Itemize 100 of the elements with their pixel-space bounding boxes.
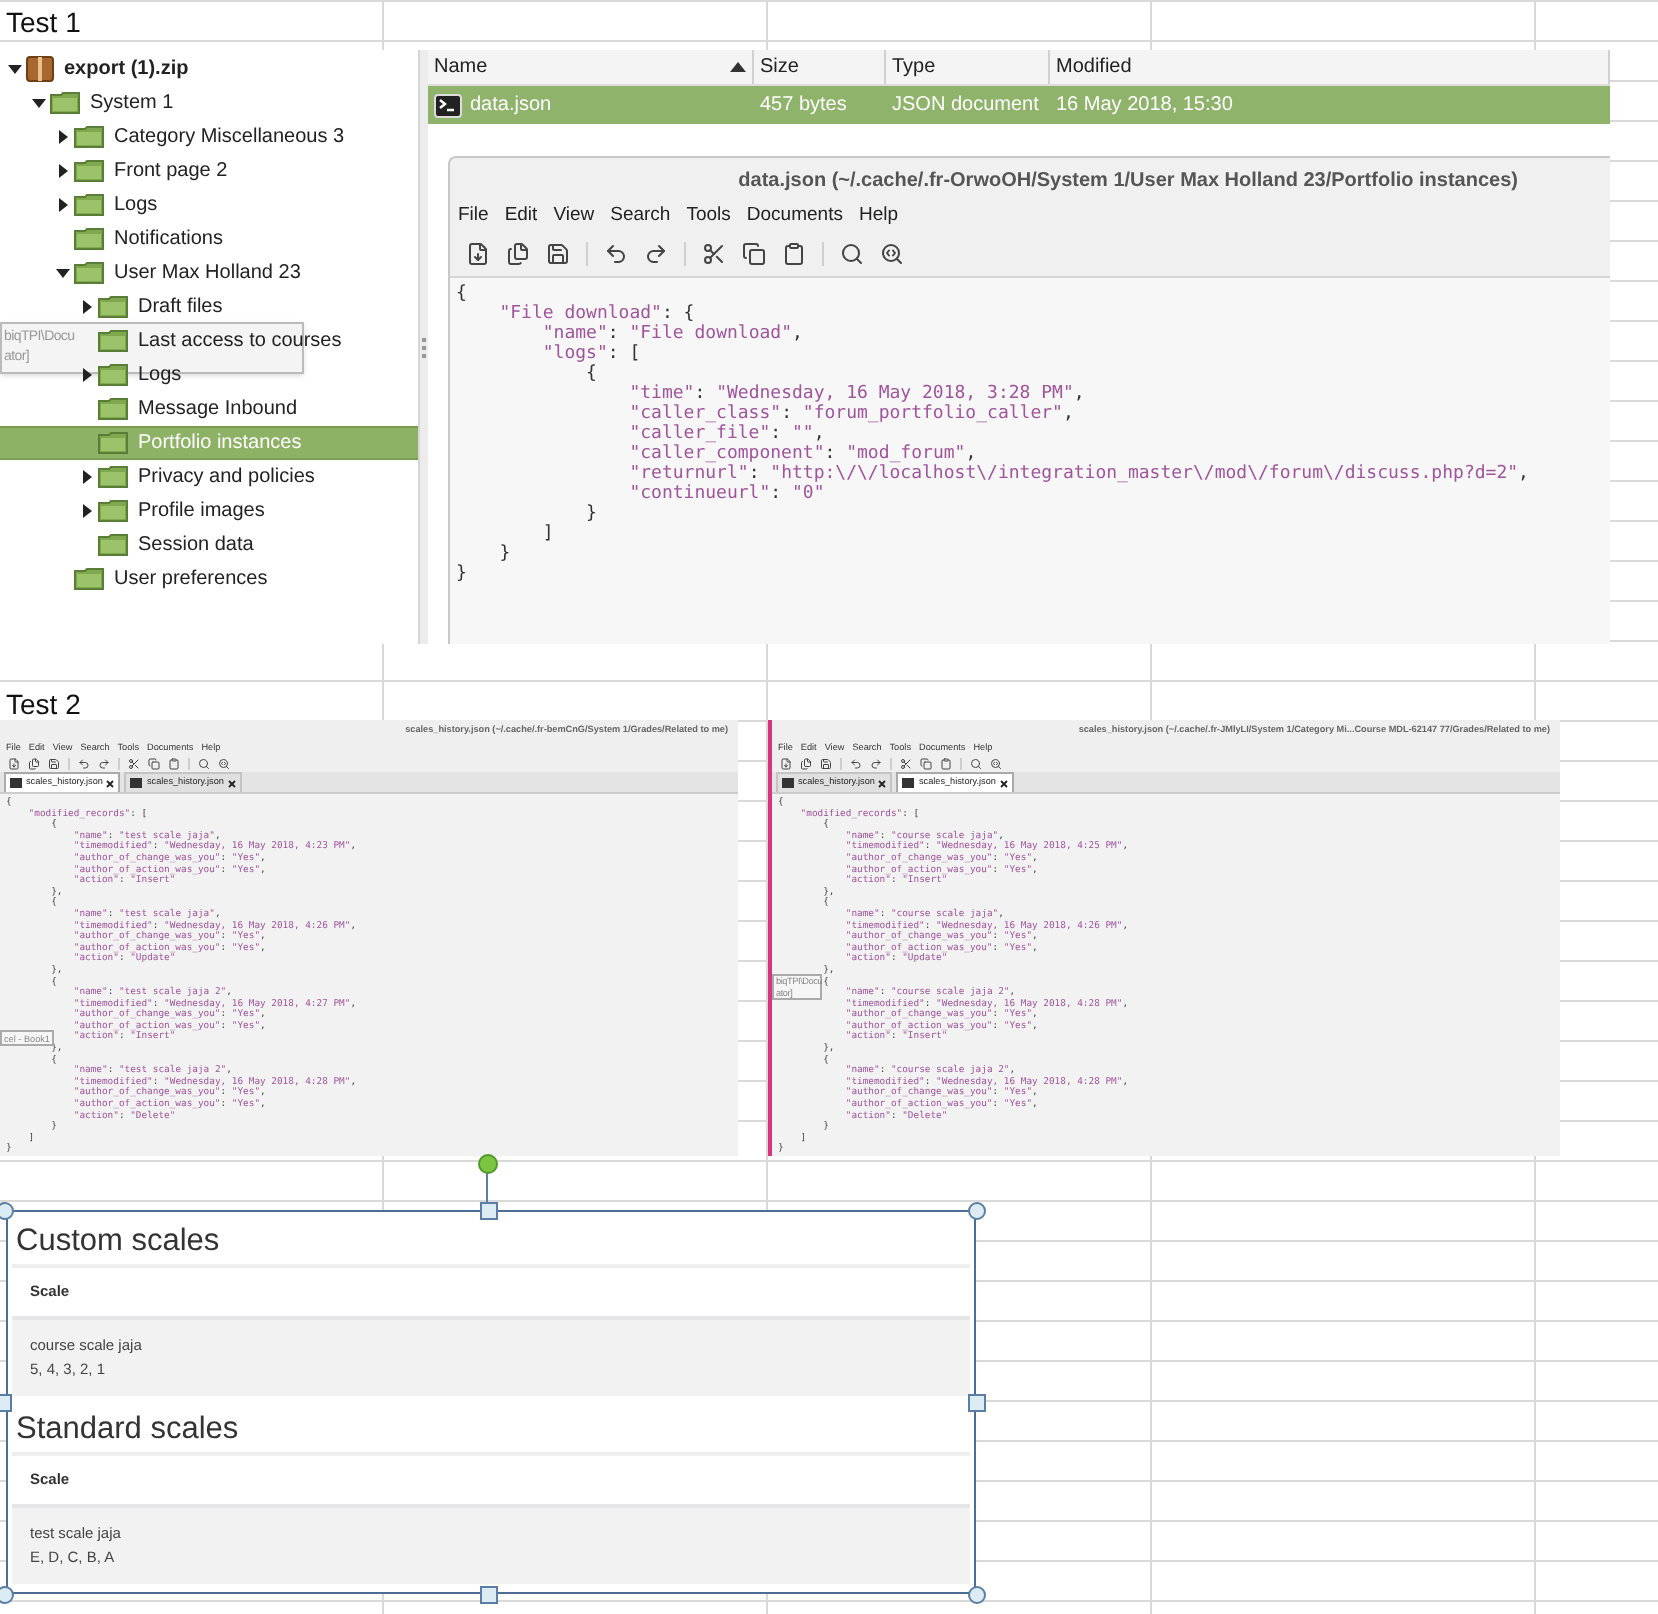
search-icon[interactable] (198, 757, 210, 770)
save-icon[interactable] (546, 241, 570, 265)
close-icon[interactable] (227, 779, 236, 787)
expand-arrow-icon[interactable] (80, 470, 94, 484)
resize-handle[interactable] (480, 1586, 498, 1604)
tree-item[interactable]: Draft files (80, 290, 223, 324)
new-file-icon[interactable] (780, 757, 792, 770)
menu-item[interactable]: Help (858, 201, 899, 231)
close-icon[interactable] (106, 779, 115, 787)
tree-item[interactable]: User Max Holland 23 (56, 256, 301, 290)
terminal-icon (782, 778, 794, 788)
undo-icon[interactable] (604, 241, 628, 265)
cell-text: Test 2 (6, 686, 81, 724)
search-icon[interactable] (970, 757, 982, 770)
expand-arrow-icon[interactable] (80, 300, 94, 314)
tree-item[interactable]: Session data (98, 528, 254, 562)
tree-item[interactable]: Category Miscellaneous 3 (56, 120, 345, 154)
search-icon[interactable] (840, 241, 864, 265)
folder-icon (98, 432, 128, 454)
resize-handle[interactable] (968, 1586, 986, 1604)
copy-icon[interactable] (148, 757, 160, 770)
undo-icon[interactable] (78, 757, 90, 770)
rotation-handle[interactable] (478, 1154, 498, 1174)
redo-icon[interactable] (870, 757, 882, 770)
column-header[interactable]: Size (754, 50, 886, 84)
code-line: } (499, 544, 511, 564)
redo-icon[interactable] (644, 241, 668, 265)
menu-item[interactable]: Edit (504, 201, 538, 231)
terminal-icon (10, 778, 22, 788)
code-line: "returnurl": "http:\/\/localhost\/integration_master\/mod\/forum\/discuss.php?d=2", (629, 464, 1529, 484)
find-replace-icon[interactable] (880, 241, 904, 265)
code-line: "time": "Wednesday, 16 May 2018, 3:28 PM", (629, 384, 1085, 404)
cut-icon[interactable] (900, 757, 912, 770)
tree-item[interactable]: Profile images (80, 494, 265, 528)
column-header[interactable]: Name (428, 50, 754, 84)
open-file-icon[interactable] (800, 757, 812, 770)
tree-item[interactable]: Message Inbound (98, 392, 298, 426)
find-replace-icon[interactable] (990, 757, 1002, 770)
expand-arrow-icon[interactable] (56, 164, 70, 178)
resize-handle[interactable] (480, 1202, 498, 1220)
folder-icon (74, 262, 104, 284)
paste-icon[interactable] (940, 757, 952, 770)
collapse-arrow-icon[interactable] (56, 266, 70, 280)
folder-icon (98, 398, 128, 420)
find-replace-icon[interactable] (218, 757, 230, 770)
paste-icon[interactable] (168, 757, 180, 770)
open-file-icon[interactable] (506, 241, 530, 265)
tree-item[interactable]: export (1).zip (8, 52, 189, 86)
paste-icon[interactable] (782, 241, 806, 265)
tree-item[interactable]: Front page 2 (56, 154, 228, 188)
resize-handle[interactable] (0, 1202, 14, 1220)
tree-item[interactable]: Privacy and policies (80, 460, 315, 494)
file-cell-text: 16 May 2018, 15:30 (1056, 92, 1233, 120)
code-line: "caller_component": "mod_forum", (629, 444, 977, 464)
code-line: ] (542, 524, 554, 544)
terminal-icon (902, 778, 915, 788)
menu-item[interactable]: File (458, 201, 489, 231)
menu-item[interactable]: Documents (746, 201, 843, 231)
code-line: "caller_file": "", (629, 424, 825, 444)
save-icon[interactable] (48, 757, 60, 770)
menu-item[interactable]: View (553, 201, 595, 231)
folder-icon (74, 568, 104, 590)
resize-handle[interactable] (0, 1586, 14, 1604)
column-header[interactable]: Modified (1050, 50, 1610, 84)
tree-item[interactable]: User preferences (74, 562, 268, 596)
expand-arrow-icon[interactable] (56, 198, 70, 212)
folder-icon (98, 364, 128, 386)
tree-item[interactable]: Notifications (74, 222, 223, 256)
save-icon[interactable] (820, 757, 832, 770)
copy-icon[interactable] (920, 757, 932, 770)
redo-icon[interactable] (98, 757, 110, 770)
column-header[interactable]: Type (886, 50, 1050, 84)
resize-handle[interactable] (968, 1202, 986, 1220)
tree-item[interactable]: System 1 (32, 86, 174, 120)
cut-icon[interactable] (702, 241, 726, 265)
window-title: data.json (~/.cache/.fr-OrwoOH/System 1/User Max Holland 23/Portfolio instances) (736, 167, 1520, 195)
open-file-icon[interactable] (28, 757, 40, 770)
new-file-icon[interactable] (8, 757, 20, 770)
close-icon[interactable] (878, 779, 887, 787)
copy-icon[interactable] (742, 241, 766, 265)
folder-icon (98, 296, 128, 318)
new-file-icon[interactable] (466, 241, 490, 265)
tree-item[interactable]: Logs (56, 188, 158, 222)
expand-arrow-icon[interactable] (80, 504, 94, 518)
cut-icon[interactable] (128, 757, 140, 770)
expand-arrow-icon[interactable] (56, 130, 70, 144)
menu-item[interactable]: Search (610, 201, 671, 231)
collapse-arrow-icon[interactable] (32, 96, 46, 110)
folder-icon (98, 330, 128, 352)
folder-icon (74, 194, 104, 216)
code-line: "continueurl": "0" (629, 484, 825, 504)
undo-icon[interactable] (850, 757, 862, 770)
code-line: "name": "File download", (542, 324, 803, 344)
expand-arrow-icon[interactable] (80, 368, 94, 382)
close-icon[interactable] (999, 779, 1008, 787)
folder-icon (98, 466, 128, 488)
terminal-icon (434, 93, 462, 117)
resize-handle[interactable] (968, 1394, 986, 1412)
menu-item[interactable]: Tools (686, 201, 731, 231)
collapse-arrow-icon[interactable] (8, 62, 22, 76)
